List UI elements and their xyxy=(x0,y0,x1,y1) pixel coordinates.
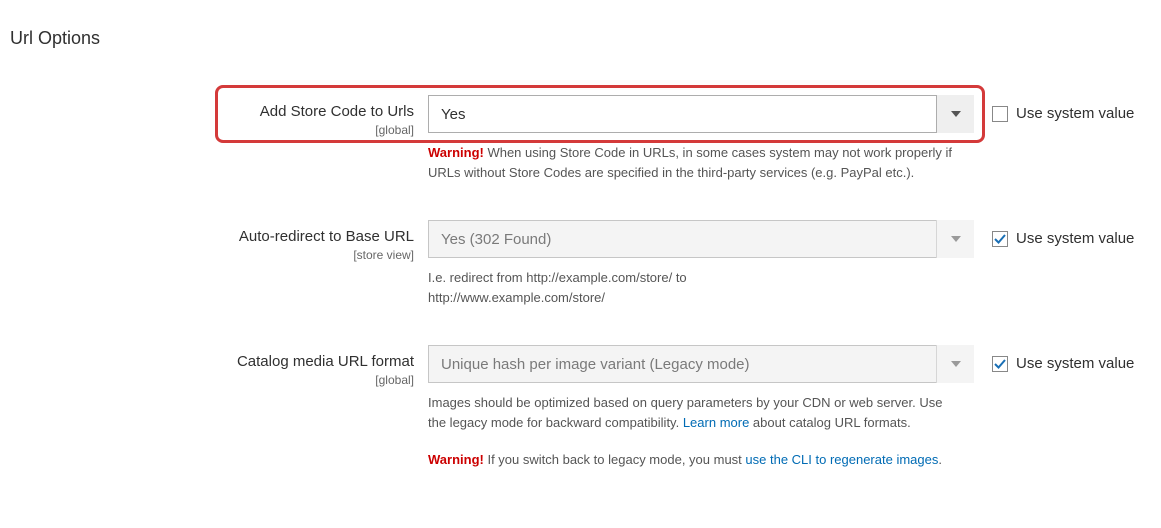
field-note: Images should be optimized based on quer… xyxy=(428,393,958,432)
warning-label: Warning! xyxy=(428,452,484,467)
chevron-down-icon xyxy=(936,345,974,383)
use-system-value-checkbox[interactable] xyxy=(992,231,1008,247)
auto-redirect-select: Yes (302 Found) xyxy=(428,220,974,258)
use-system-value-label: Use system value xyxy=(1016,230,1134,247)
field-label: Auto-redirect to Base URL xyxy=(10,228,414,246)
select-value: Yes xyxy=(441,106,465,123)
warning-label: Warning! xyxy=(428,145,484,160)
field-scope: [global] xyxy=(10,123,414,137)
use-system-value-label: Use system value xyxy=(1016,105,1134,122)
use-system-value-checkbox[interactable] xyxy=(992,106,1008,122)
field-scope: [store view] xyxy=(10,248,414,262)
field-note: I.e. redirect from http://example.com/st… xyxy=(428,268,788,307)
field-note: Warning! When using Store Code in URLs, … xyxy=(428,143,958,182)
add-store-code-select[interactable]: Yes xyxy=(428,95,974,133)
select-value: Unique hash per image variant (Legacy mo… xyxy=(441,356,750,373)
field-scope: [global] xyxy=(10,373,414,387)
section-title: Url Options xyxy=(10,28,1151,49)
use-system-value-checkbox[interactable] xyxy=(992,356,1008,372)
chevron-down-icon xyxy=(936,95,974,133)
use-system-value-label: Use system value xyxy=(1016,355,1134,372)
field-add-store-code: Add Store Code to Urls [global] Yes Warn… xyxy=(10,95,1151,182)
note-text: When using Store Code in URLs, in some c… xyxy=(428,145,952,180)
warn-text-after: . xyxy=(938,452,942,467)
catalog-media-select: Unique hash per image variant (Legacy mo… xyxy=(428,345,974,383)
select-value: Yes (302 Found) xyxy=(441,231,551,248)
field-catalog-media: Catalog media URL format [global] Unique… xyxy=(10,345,1151,470)
note-text-after: about catalog URL formats. xyxy=(749,415,910,430)
field-label: Catalog media URL format xyxy=(10,353,414,371)
warn-text-before: If you switch back to legacy mode, you m… xyxy=(484,452,746,467)
learn-more-link[interactable]: Learn more xyxy=(683,415,749,430)
chevron-down-icon xyxy=(936,220,974,258)
regenerate-images-link[interactable]: use the CLI to regenerate images xyxy=(745,452,938,467)
field-auto-redirect: Auto-redirect to Base URL [store view] Y… xyxy=(10,220,1151,307)
field-label: Add Store Code to Urls xyxy=(10,103,414,121)
field-warning: Warning! If you switch back to legacy mo… xyxy=(428,450,958,470)
